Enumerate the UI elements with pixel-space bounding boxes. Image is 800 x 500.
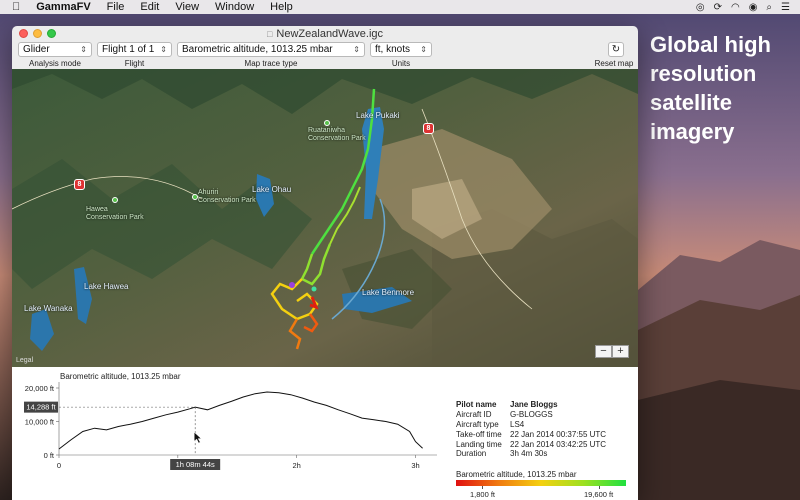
y-ticks: 20,000 ft 10,000 ft 0 ft [25,384,59,460]
flight-label: Flight [124,59,145,68]
legend-min-tick [482,486,483,489]
menu-extras: ◎ ⟳ ◠ ◉ ⌕ ☰ [696,0,790,14]
promo-line: imagery [650,119,735,144]
map-trace-type-select[interactable]: Barometric altitude, 1013.25 mbar ⇕ [177,42,365,57]
map-trace-type-label: Map trace type [244,59,298,68]
mouse-pointer-icon [193,431,202,444]
cursor-time: 1h 08m 44s [176,460,215,469]
info-value: 3h 4m 30s [510,449,548,458]
legend-title: Barometric altitude, 1013.25 mbar [456,470,577,479]
units-label: Units [391,59,411,68]
analysis-mode-select[interactable]: Glider ⇕ [18,42,92,57]
refresh-icon: ↻ [611,44,621,55]
menu-help[interactable]: Help [270,1,293,13]
menu-edit[interactable]: Edit [140,1,159,13]
park-marker-icon[interactable] [112,197,118,203]
x-tick-label: 2h [292,461,300,470]
promo-line: Global high [650,32,771,57]
zoom-in-button[interactable]: + [612,345,629,358]
chevron-updown-icon: ⇕ [80,45,87,54]
units-select[interactable]: ft, knots ⇕ [370,42,432,57]
units-value: ft, knots [375,44,411,55]
chevron-updown-icon: ⇕ [160,45,167,54]
chevron-updown-icon: ⇕ [420,45,427,54]
altitude-chart[interactable]: Barometric altitude, 1013.25 mbar 20,000… [12,367,452,500]
map-label-lake-benmore: Lake Benmore [362,288,415,297]
notification-center-icon[interactable]: ☰ [781,2,790,13]
map-label-lake-hawea: Lake Hawea [84,282,129,291]
menu-window[interactable]: Window [215,1,254,13]
airdrop-icon[interactable]: ◎ [696,2,705,13]
map-trace-type-value: Barometric altitude, 1013.25 mbar [182,44,333,55]
highway-shield-icon: 8 [74,179,85,190]
menu-bar:  GammaFV File Edit View Window Help ◎ ⟳… [0,0,800,14]
info-value: Jane Bloggs [510,400,558,409]
info-label: Duration [456,449,487,458]
map-legal-link[interactable]: Legal [16,357,33,364]
map-label-lake-wanaka: Lake Wanaka [24,304,73,313]
info-value: 22 Jan 2014 03:42:25 UTC [510,440,607,449]
info-label: Take-off time [456,430,502,439]
map-label-ruataniwha-park: Ruataniwha Conservation Park [308,127,366,142]
analysis-mode-value: Glider [23,44,50,55]
info-label: Aircraft type [456,420,499,429]
legend-min: 1,800 ft [470,490,496,499]
info-label: Pilot name [456,400,497,409]
y-tick-label: 0 ft [44,451,55,460]
spotlight-icon[interactable]: ⌕ [766,2,772,13]
zoom-control: − + [595,345,629,358]
x-tick-label: 0 [57,461,61,470]
info-value: 22 Jan 2014 00:37:55 UTC [510,430,607,439]
window-title: NewZealandWave.igc [276,27,384,40]
menu-view[interactable]: View [175,1,199,13]
reset-map-label: Reset map [594,59,634,68]
zoom-window-button[interactable] [47,29,56,38]
document-icon: □ [266,28,273,39]
user-icon[interactable]: ◉ [749,2,758,13]
flight-select[interactable]: Flight 1 of 1 ⇕ [97,42,172,57]
altitude-series-line [58,391,423,450]
y-tick-label: 10,000 ft [25,418,55,427]
sync-icon[interactable]: ⟳ [714,2,722,13]
app-window: □ NewZealandWave.igc Glider ⇕ Analysis m… [12,26,638,500]
x-tick-label: 3h [411,461,419,470]
toolbar: Glider ⇕ Analysis mode Flight 1 of 1 ⇕ F… [12,41,638,69]
chart-title: Barometric altitude, 1013.25 mbar [60,372,181,381]
cursor-value: 14,288 ft [26,403,56,412]
reset-map-button[interactable]: ↻ [608,42,624,57]
close-window-button[interactable] [19,29,28,38]
menu-app-name[interactable]: GammaFV [36,1,90,13]
info-label: Aircraft ID [456,410,492,419]
info-value: G-BLOGGS [510,410,553,419]
legend-max-tick [599,486,600,489]
y-tick-label: 20,000 ft [25,384,55,393]
flight-value: Flight 1 of 1 [102,44,155,55]
promo-line: satellite [650,90,732,115]
map-label-lake-pukaki: Lake Pukaki [356,111,400,120]
promo-line: resolution [650,61,757,86]
promo-caption: Global high resolution satellite imagery [650,30,800,146]
satellite-map[interactable]: Lake Pukaki Lake Ohau Lake Hawea Lake Wa… [12,69,638,367]
apple-icon[interactable]:  [12,1,20,13]
park-marker-icon[interactable] [324,120,330,126]
wifi-icon[interactable]: ◠ [731,2,740,13]
zoom-out-button[interactable]: − [595,345,612,358]
analysis-mode-label: Analysis mode [28,59,82,68]
map-label-ahuriri-park: Ahuriri Conservation Park [198,189,256,204]
chevron-updown-icon: ⇕ [353,45,360,54]
x-ticks: 01h2h3h [57,455,420,470]
flight-details-pane: Barometric altitude, 1013.25 mbar 20,000… [12,367,638,500]
title-bar[interactable]: □ NewZealandWave.igc [12,26,638,41]
info-value: LS4 [510,420,525,429]
menu-file[interactable]: File [107,1,125,13]
map-label-hawea-park: Hawea Conservation Park [86,206,144,221]
info-label: Landing time [456,440,502,449]
highway-shield-icon: 8 [423,123,434,134]
legend-max: 19,600 ft [584,490,614,499]
minimize-window-button[interactable] [33,29,42,38]
